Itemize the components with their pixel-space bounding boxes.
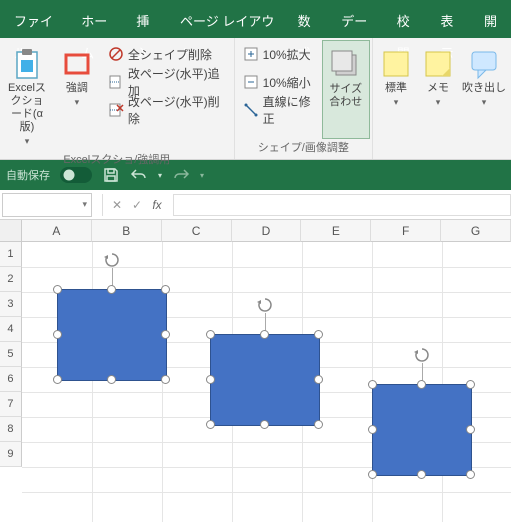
cancel-icon[interactable]: ✕ [107, 194, 127, 216]
pagebreak-add-icon [108, 74, 124, 90]
straighten-icon [243, 102, 259, 118]
column-header[interactable]: F [371, 220, 441, 242]
row-header[interactable]: 8 [0, 417, 22, 442]
undo-icon[interactable] [130, 166, 148, 184]
autosave-label: 自動保存 [6, 167, 50, 183]
column-header[interactable]: E [301, 220, 371, 242]
pagebreak-delete-icon [108, 102, 124, 118]
shape-rectangle[interactable] [210, 334, 320, 426]
shape-rectangle[interactable] [57, 289, 167, 381]
select-all-cell[interactable] [0, 220, 22, 242]
row-header[interactable]: 5 [0, 342, 22, 367]
formula-bar-row: ▾ ✕ ✓ fx [0, 190, 511, 220]
emphasis-icon [61, 48, 93, 80]
callout-icon [468, 48, 500, 80]
delete-pagebreak-button[interactable]: 改ページ(水平)削除 [102, 96, 232, 124]
tab-formula[interactable]: 数式 [288, 6, 332, 38]
tab-view[interactable]: 表示 [430, 6, 474, 38]
zoom-in-icon [243, 46, 259, 62]
zoom-in-button[interactable]: 10%拡大 [237, 40, 322, 68]
callout-button[interactable]: 吹き出し ▾ [459, 40, 509, 139]
rotate-handle-icon[interactable] [104, 252, 120, 268]
dropdown-icon: ▾ [482, 97, 487, 108]
dropdown-icon: ▾ [25, 136, 30, 147]
name-box[interactable]: ▾ [2, 193, 92, 217]
delete-all-shapes-button[interactable]: 全シェイプ削除 [102, 40, 232, 68]
dropdown-icon: ▾ [82, 199, 87, 210]
row-header[interactable]: 2 [0, 267, 22, 292]
tab-file[interactable]: ファイル [4, 6, 71, 38]
row-header[interactable]: 7 [0, 392, 22, 417]
save-icon[interactable] [102, 166, 120, 184]
rotate-handle-icon[interactable] [414, 347, 430, 363]
rotate-handle-icon[interactable] [257, 297, 273, 313]
fit-size-icon [330, 49, 362, 81]
tab-review[interactable]: 校閲 [387, 6, 431, 38]
fit-size-button[interactable]: サイズ 合わせ [322, 40, 370, 139]
row-header[interactable]: 4 [0, 317, 22, 342]
memo-button[interactable]: メモ ▾ [417, 40, 459, 139]
tab-home[interactable]: ホーム [71, 6, 126, 38]
group-label: Excelスクショ/強調用 [0, 153, 234, 167]
ribbon: Excelスクショ ード(α版) ▾ 強調 ▾ 全シェイプ削除 改ページ(水平)… [0, 38, 511, 160]
emphasis-button[interactable]: 強調 ▾ [52, 40, 102, 151]
column-header[interactable]: A [22, 220, 92, 242]
zoom-out-icon [243, 74, 259, 90]
add-pagebreak-button[interactable]: 改ページ(水平)追加 [102, 68, 232, 96]
fx-icon[interactable]: fx [147, 194, 167, 216]
tab-layout[interactable]: ページ レイアウト [170, 6, 288, 38]
formula-bar[interactable] [173, 194, 511, 216]
dropdown-icon: ▾ [436, 97, 441, 108]
tab-data[interactable]: データ [331, 6, 386, 38]
column-header[interactable]: G [441, 220, 511, 242]
column-header[interactable]: C [162, 220, 232, 242]
shape-rectangle[interactable] [372, 384, 472, 476]
clipboard-icon [11, 48, 43, 80]
tab-dev[interactable]: 開 [474, 6, 507, 38]
column-header[interactable]: D [232, 220, 302, 242]
cell-grid[interactable] [22, 242, 511, 522]
redo-icon[interactable] [172, 166, 190, 184]
zoom-out-button[interactable]: 10%縮小 [237, 68, 322, 96]
standard-note-button[interactable]: 標準 ▾ [375, 40, 417, 139]
tab-insert[interactable]: 挿入 [126, 6, 170, 38]
delete-icon [108, 46, 124, 62]
enter-icon[interactable]: ✓ [127, 194, 147, 216]
note-icon [380, 48, 412, 80]
column-header[interactable]: B [92, 220, 162, 242]
group-label: シェイプ/画像調整 [235, 141, 372, 159]
ribbon-tabs: ファイル ホーム 挿入 ページ レイアウト 数式 データ 校閲 表示 開 [0, 6, 511, 38]
dropdown-icon: ▾ [394, 97, 399, 108]
undo-dropdown[interactable]: ▾ [158, 171, 162, 180]
memo-icon [422, 48, 454, 80]
dropdown-icon: ▾ [75, 97, 80, 108]
screenshot-button[interactable]: Excelスクショ ード(α版) ▾ [2, 40, 52, 151]
row-header[interactable]: 6 [0, 367, 22, 392]
redo-dropdown[interactable]: ▾ [200, 171, 204, 180]
row-header[interactable]: 1 [0, 242, 22, 267]
autosave-toggle[interactable] [60, 167, 92, 183]
row-header[interactable]: 3 [0, 292, 22, 317]
worksheet: A B C D E F G 1 2 3 4 5 6 7 8 9 [0, 220, 511, 522]
row-header[interactable]: 9 [0, 442, 22, 467]
straighten-button[interactable]: 直線に修正 [237, 96, 322, 124]
